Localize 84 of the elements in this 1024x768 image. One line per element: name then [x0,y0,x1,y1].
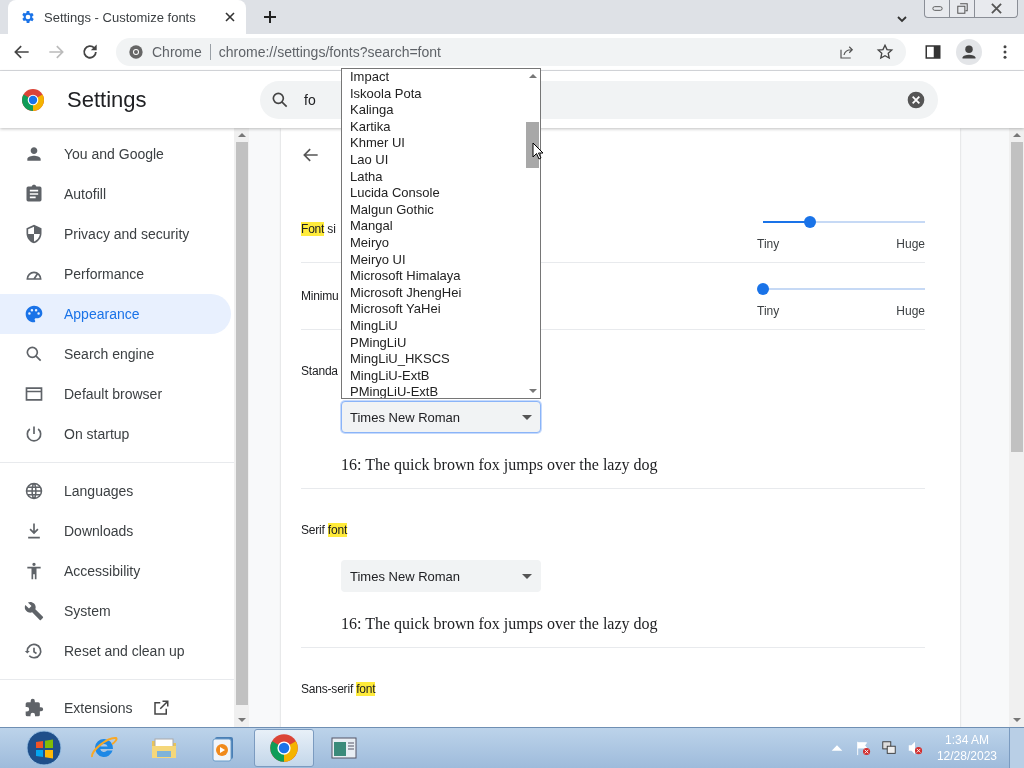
clipboard-icon [24,184,44,204]
slider-min-label: Tiny [757,236,780,251]
font-dropdown[interactable]: Times New Roman [341,560,541,592]
sidebar-item[interactable]: You and Google [0,134,231,174]
sidebar-item[interactable]: Performance [0,254,231,294]
external-link-icon [152,699,171,717]
shield-icon [24,224,44,244]
minimize-icon [930,3,944,14]
dropdown-option[interactable]: MingLiU_HKSCS [350,351,525,368]
sidebar-item[interactable]: Search engine [0,334,231,374]
power-icon [24,424,44,444]
scrollbar[interactable] [1009,128,1024,727]
chevron-down-icon[interactable] [896,13,908,25]
network-icon[interactable] [880,740,897,756]
font-sample: 16: The quick brown fox jumps over the lazy dog [341,455,659,475]
sidebar-item[interactable]: Autofill [0,174,231,214]
star-icon[interactable] [876,43,894,61]
browser-tab[interactable]: Settings - Customize fonts [8,0,246,34]
sidebar-item[interactable]: Accessibility [0,551,231,591]
puzzle-icon [24,698,44,718]
dropdown-option[interactable]: Kalinga [350,102,525,119]
dropdown-option[interactable]: Malgun Gothic [350,201,525,219]
share-icon[interactable] [838,43,856,61]
gear-icon [20,9,36,25]
close-icon [989,3,1003,14]
slider-max-label: Huge [896,303,925,318]
sidebar-item[interactable]: Privacy and security [0,214,231,254]
tab-title: Settings - Customize fonts [44,9,197,25]
side-panel-icon[interactable] [924,43,942,61]
volume-muted-icon[interactable] [906,740,923,756]
dropdown-option[interactable]: Lao UI [350,151,525,169]
slider-max-label: Huge [896,236,925,251]
setting-label: Standa [301,363,338,380]
search-icon [24,344,44,364]
reload-icon[interactable] [80,42,100,62]
accessibility-icon [24,561,44,581]
chrome-icon [128,44,144,60]
dropdown-option[interactable]: Meiryo [350,234,525,252]
dropdown-option[interactable]: Latha [350,168,525,186]
caret-icon [522,414,532,420]
font-dropdown[interactable]: Times New Roman [341,401,541,433]
url-text: chrome://settings/fonts?search=font [218,44,441,60]
flag-icon[interactable] [854,740,871,756]
sidebar-item[interactable]: On startup [0,414,231,454]
sidebar-item[interactable]: Appearance [0,294,231,334]
sidebar-item[interactable]: Extensions [0,688,231,727]
slider-min-label: Tiny [757,303,780,318]
sidebar-item[interactable]: System [0,591,231,631]
dropdown-option[interactable]: PMingLiU [350,334,525,352]
font-sample: 16: The quick brown fox jumps over the lazy dog [341,614,659,634]
site-label: Chrome [152,44,202,60]
address-bar[interactable]: Chrome chrome://settings/fonts?search=font [116,38,906,66]
sidebar-item[interactable]: Reset and clean up [0,631,231,671]
dropdown-option[interactable]: MingLiU-ExtB [350,367,525,385]
new-tab-icon[interactable] [263,10,277,24]
scrollbar[interactable] [234,128,249,727]
close-icon[interactable] [224,11,236,23]
profile-icon[interactable] [956,39,982,65]
restore-icon [955,3,969,14]
page-title: Settings [67,86,148,113]
dropdown-option[interactable]: Microsoft Himalaya [350,268,525,285]
dropdown-option[interactable]: Khmer UI [350,135,525,152]
sidebar-item[interactable]: Downloads [0,511,231,551]
globe-icon [24,481,44,501]
dropdown-option[interactable]: Microsoft JhengHei [350,284,525,302]
setting-label: Minimu [301,288,339,305]
dropdown-option[interactable]: MingLiU [350,317,525,335]
sidebar-item[interactable]: Default browser [0,374,231,414]
dropdown-option[interactable]: Kartika [350,118,525,136]
chrome-icon[interactable] [254,729,314,767]
dropdown-option[interactable]: Iskoola Pota [350,85,525,103]
chrome-logo-icon [21,87,45,112]
palette-icon [24,304,44,324]
clear-icon[interactable] [906,89,926,110]
dropdown-option[interactable]: Mangal [350,218,525,235]
dropdown-option[interactable]: Lucida Console [350,185,525,202]
dropdown-option[interactable]: Microsoft YaHei [350,301,525,318]
wrench-icon [24,601,44,621]
caret-icon [522,573,532,579]
browser-window-icon [24,384,44,404]
history-icon [24,641,44,661]
start-button[interactable] [26,730,62,766]
dropdown-option[interactable]: Meiryo UI [350,251,525,269]
sidebar-item[interactable]: Languages [0,471,231,511]
